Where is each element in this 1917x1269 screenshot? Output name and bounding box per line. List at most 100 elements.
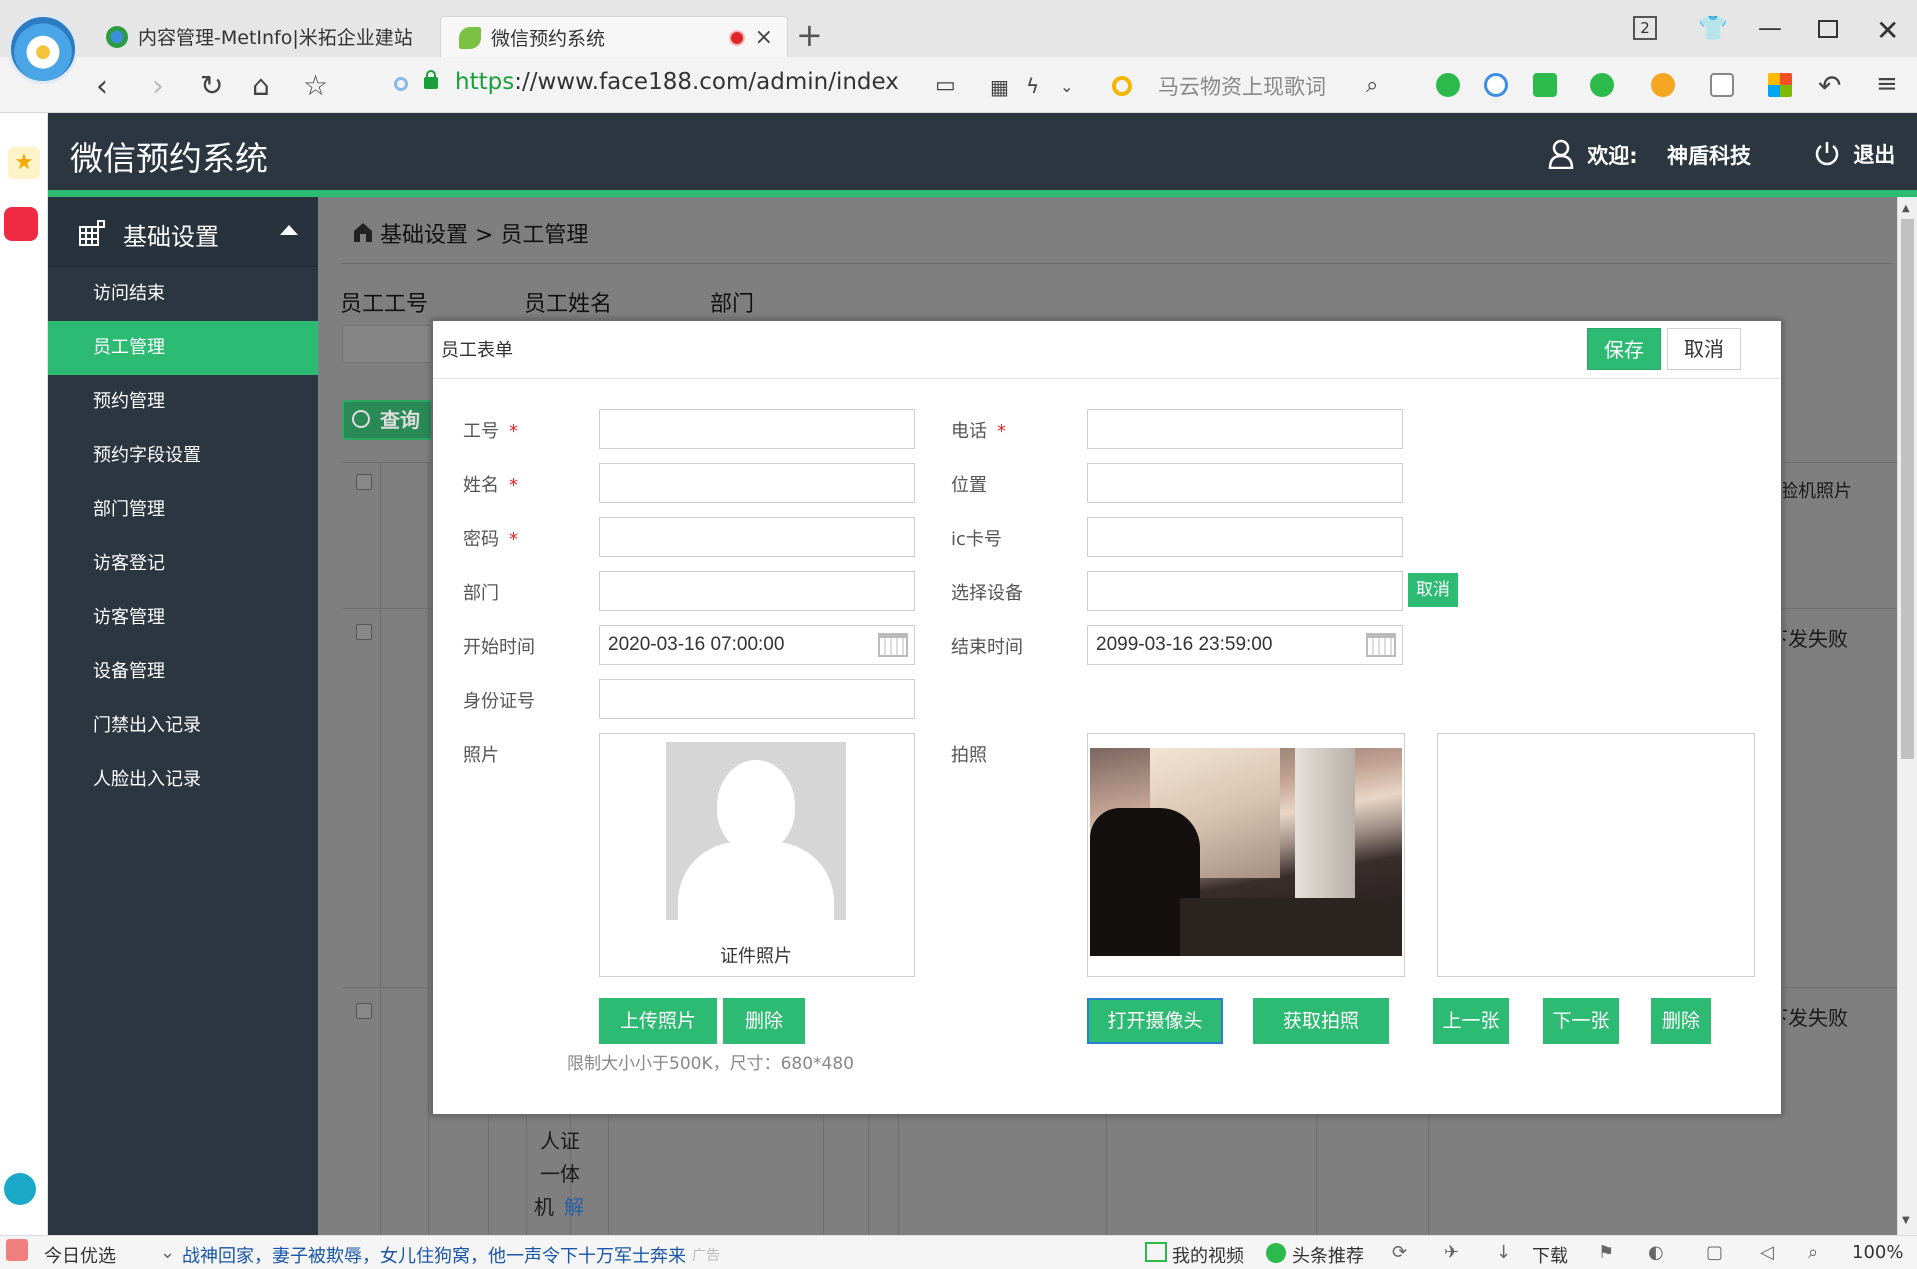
password-field[interactable] — [599, 517, 915, 557]
sidebar-item-departments[interactable]: 部门管理 — [48, 483, 318, 537]
search-engine-icon[interactable] — [1112, 76, 1132, 96]
browser-icon[interactable]: ◐ — [1648, 1242, 1664, 1263]
open-camera-button[interactable]: 打开摄像头 — [1087, 998, 1223, 1044]
coupon-icon[interactable] — [1651, 73, 1675, 97]
sidebar-item-face-records[interactable]: 人脸出入记录 — [48, 753, 318, 807]
delete-capture-button[interactable]: 删除 — [1651, 998, 1711, 1044]
sidebar-item-access-records[interactable]: 门禁出入记录 — [48, 699, 318, 753]
scroll-down-icon[interactable]: ▼ — [1902, 1215, 1910, 1226]
today-picks[interactable]: 今日优选 — [44, 1242, 116, 1268]
scroll-up-icon[interactable]: ▲ — [1902, 203, 1910, 214]
mini-program-icon[interactable] — [4, 207, 38, 241]
close-tab-icon[interactable]: × — [755, 25, 773, 50]
back-icon[interactable]: ‹ — [96, 69, 108, 104]
sidebar-item-employee[interactable]: 员工管理 — [48, 321, 318, 375]
compat-mode-icon[interactable] — [394, 77, 408, 91]
minimize-icon[interactable]: — — [1758, 14, 1782, 42]
tab-metinfo[interactable]: 内容管理-MetInfo|米拓企业建站 — [88, 16, 440, 57]
sidebar-item-visitor-register[interactable]: 访客登记 — [48, 537, 318, 591]
name-field[interactable] — [599, 463, 915, 503]
video-icon[interactable]: ▭ — [935, 73, 956, 98]
capture-label: 拍照 — [951, 745, 987, 766]
end-time-field[interactable]: 2099-03-16 23:59:00 — [1087, 625, 1403, 665]
sidebar-section-header[interactable]: 基础设置 — [48, 197, 318, 267]
apps-icon[interactable] — [1768, 73, 1792, 97]
sidebar-item-visit-end[interactable]: 访问结束 — [48, 267, 318, 321]
scissors-icon[interactable] — [1533, 73, 1557, 97]
screenshot-icon[interactable] — [1710, 73, 1734, 97]
new-tab-icon[interactable]: + — [796, 16, 823, 54]
sidebar-item-appointment-fields[interactable]: 预约字段设置 — [48, 429, 318, 483]
reader-icon[interactable] — [1436, 73, 1460, 97]
zoom-icon[interactable]: ⌕ — [1808, 1242, 1818, 1263]
download-icon[interactable]: ↓ — [1496, 1242, 1511, 1263]
calendar-icon[interactable] — [878, 633, 908, 657]
metinfo-favicon-icon — [106, 26, 128, 48]
undo-icon[interactable]: ↶ — [1818, 69, 1841, 102]
lightning-icon[interactable]: ϟ — [1026, 74, 1039, 98]
filter-label-emp-no: 员工工号 — [340, 292, 429, 317]
start-time-field[interactable]: 2020-03-16 07:00:00 — [599, 625, 915, 665]
block-icon[interactable] — [1484, 73, 1508, 97]
search-icon[interactable]: ⌕ — [1366, 73, 1378, 98]
password-label: 密码 * — [463, 529, 518, 550]
news-headline-link[interactable]: 战神回家，妻子被欺辱，女儿住狗窝，他一声令下十万军士奔来 — [182, 1242, 686, 1268]
menu-icon[interactable]: ≡ — [1876, 69, 1898, 99]
window-icon[interactable]: ▢ — [1706, 1242, 1723, 1263]
select-all-checkbox[interactable] — [356, 474, 372, 490]
tab-count-icon[interactable]: 2 — [1633, 16, 1657, 40]
pin-icon[interactable]: ✈ — [1444, 1242, 1459, 1263]
dept-field[interactable] — [599, 571, 915, 611]
sidebar-item-visitor-manage[interactable]: 访客管理 — [48, 591, 318, 645]
refresh-icon[interactable]: ⟳ — [1392, 1242, 1407, 1263]
calendar-icon[interactable] — [1366, 633, 1396, 657]
emp-no-field[interactable] — [599, 409, 915, 449]
query-button[interactable]: 查询 — [342, 400, 442, 440]
previous-photo-button[interactable]: 上一张 — [1433, 998, 1509, 1044]
shirt-icon[interactable]: 👕 — [1698, 14, 1728, 42]
assistant-icon[interactable] — [4, 1173, 36, 1205]
tab-wechat-booking[interactable]: 微信预约系统 × — [440, 16, 788, 57]
logout-button[interactable]: 退出 — [1814, 139, 1895, 169]
take-photo-button[interactable]: 获取拍照 — [1253, 998, 1389, 1044]
gift-icon[interactable] — [6, 1239, 28, 1261]
reload-icon[interactable]: ↻ — [200, 69, 223, 102]
chevron-down-icon[interactable]: ⌄ — [1060, 77, 1073, 96]
phone-field[interactable] — [1087, 409, 1403, 449]
device-cancel-button[interactable]: 取消 — [1408, 573, 1458, 607]
delete-photo-button[interactable]: 删除 — [723, 998, 805, 1044]
row-checkbox[interactable] — [356, 1003, 372, 1019]
favorites-icon[interactable]: ★ — [8, 147, 40, 179]
page-scrollbar[interactable]: ▲ ▼ — [1897, 197, 1917, 1235]
forward-icon[interactable]: › — [152, 69, 164, 104]
sidebar-item-appointments[interactable]: 预约管理 — [48, 375, 318, 429]
unbind-link[interactable]: 解 — [564, 1191, 584, 1220]
chevron-down-icon[interactable]: ⌄ — [160, 1242, 175, 1263]
ic-card-field[interactable] — [1087, 517, 1403, 557]
emp-no-filter-input[interactable] — [342, 325, 442, 363]
top-news-link[interactable]: 头条推荐 — [1292, 1242, 1364, 1268]
upload-photo-button[interactable]: 上传照片 — [599, 998, 717, 1044]
maximize-icon[interactable] — [1818, 20, 1838, 38]
translate-icon[interactable] — [1590, 73, 1614, 97]
next-photo-button[interactable]: 下一张 — [1543, 998, 1619, 1044]
address-bar[interactable]: https://www.face188.com/admin/index — [455, 69, 899, 95]
device-select-field[interactable] — [1087, 571, 1403, 611]
my-video-link[interactable]: 我的视频 — [1172, 1242, 1244, 1268]
row-checkbox[interactable] — [356, 624, 372, 640]
id-card-field[interactable] — [599, 679, 915, 719]
close-window-icon[interactable]: ✕ — [1876, 14, 1899, 47]
home-icon[interactable]: ⌂ — [252, 69, 270, 102]
search-input[interactable]: 马云物资上现歌词 — [1158, 71, 1326, 101]
sidebar-item-devices[interactable]: 设备管理 — [48, 645, 318, 699]
save-button[interactable]: 保存 — [1587, 328, 1661, 370]
download-link[interactable]: 下载 — [1532, 1242, 1568, 1268]
zoom-level[interactable]: 100% — [1852, 1242, 1903, 1263]
cancel-button[interactable]: 取消 — [1667, 328, 1741, 370]
flag-icon[interactable]: ⚑ — [1598, 1242, 1614, 1263]
favorite-star-icon[interactable]: ☆ — [303, 69, 328, 102]
position-field[interactable] — [1087, 463, 1403, 503]
qr-code-icon[interactable]: ▦ — [990, 75, 1009, 99]
scroll-thumb[interactable] — [1901, 219, 1914, 759]
volume-icon[interactable]: ◁ — [1760, 1242, 1774, 1263]
